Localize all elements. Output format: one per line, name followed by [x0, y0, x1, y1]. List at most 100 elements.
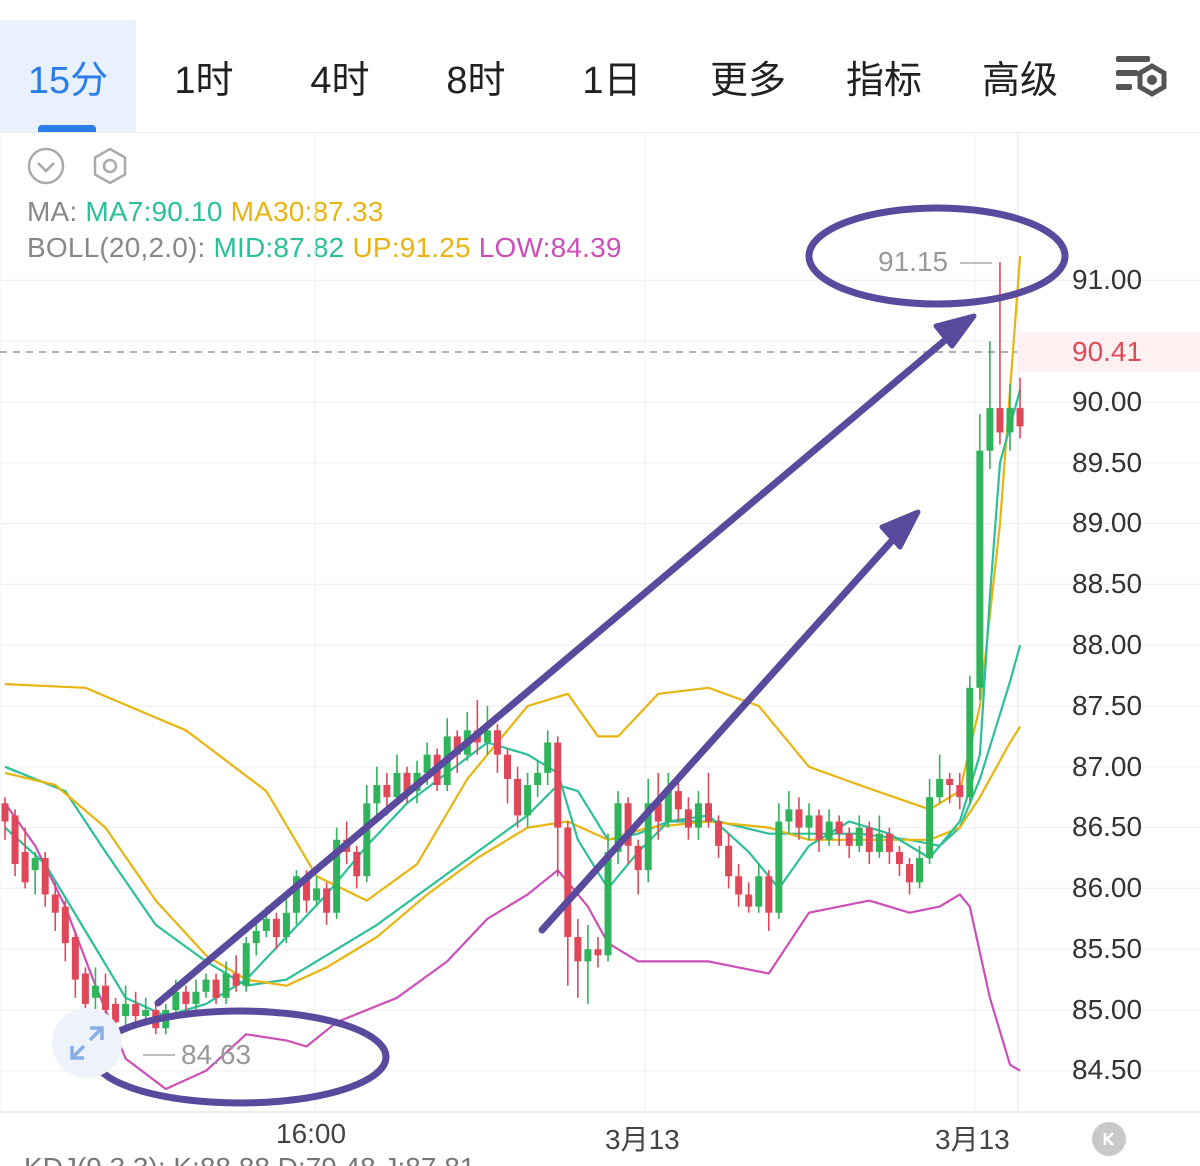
- fullscreen-button[interactable]: [52, 1008, 122, 1078]
- candle: [473, 699, 481, 755]
- candle: [333, 827, 341, 919]
- price-axis-label: 88.50: [1072, 568, 1143, 599]
- candle: [91, 967, 99, 1010]
- candle-body: [1006, 408, 1014, 433]
- candle: [976, 414, 984, 700]
- price-axis-label: 87.00: [1072, 751, 1143, 782]
- candle-body: [694, 803, 702, 828]
- candle: [644, 778, 652, 883]
- annotations: [90, 204, 1069, 1107]
- expand-arrows-icon: [70, 1026, 104, 1060]
- candle-body: [323, 888, 331, 913]
- boll-up-line: [4, 256, 1022, 902]
- candle-body: [916, 858, 924, 883]
- candlestick-chart[interactable]: [0, 0, 1200, 1166]
- current-price-value: 90.41: [1072, 336, 1143, 367]
- candle-body: [212, 979, 220, 998]
- candle: [755, 864, 763, 913]
- scroll-to-latest-button[interactable]: [1092, 1122, 1126, 1156]
- candle-body: [31, 858, 39, 871]
- candle-body: [504, 754, 511, 779]
- candle-body: [976, 450, 984, 688]
- candle-body: [11, 815, 19, 865]
- candles: [1, 262, 1024, 1055]
- candle-body: [835, 821, 843, 834]
- candle: [765, 870, 773, 931]
- candle-body: [21, 851, 29, 883]
- candle-body: [493, 730, 501, 755]
- candle: [574, 918, 582, 998]
- candle-body: [996, 408, 1004, 433]
- candle: [745, 882, 753, 913]
- candle: [835, 815, 843, 846]
- candle: [865, 821, 873, 865]
- candle: [514, 766, 522, 828]
- candle-body: [102, 985, 109, 1010]
- chart-grid: [0, 132, 1200, 1112]
- candle-body: [966, 687, 974, 798]
- candle-body: [544, 742, 552, 773]
- k-latest-icon: [1103, 1132, 1114, 1146]
- candle: [715, 815, 723, 858]
- candle-body: [524, 785, 532, 816]
- candle: [855, 815, 863, 852]
- candle: [373, 766, 381, 816]
- candle-body: [765, 876, 773, 913]
- candle-body: [755, 876, 763, 907]
- candle-body: [282, 912, 290, 938]
- candle-body: [232, 973, 240, 986]
- candle: [926, 778, 934, 865]
- candle: [986, 341, 994, 469]
- price-axis-label: 85.00: [1072, 994, 1143, 1025]
- price-axis-label: 85.50: [1072, 933, 1143, 964]
- candle-body: [313, 888, 321, 901]
- candle: [735, 864, 743, 907]
- candle: [936, 754, 944, 804]
- candle-body: [383, 785, 391, 798]
- candle: [725, 833, 733, 889]
- low-extreme-label: 84.63: [181, 1039, 252, 1070]
- candle: [504, 748, 511, 804]
- candle: [202, 973, 210, 998]
- candle: [554, 736, 562, 877]
- candle-body: [1, 803, 9, 822]
- current-price-tag: 90.41: [1018, 332, 1200, 372]
- candle-body: [785, 809, 793, 822]
- candle-body: [604, 851, 612, 956]
- candle: [634, 839, 642, 895]
- price-axis-label: 91.00: [1072, 264, 1143, 295]
- candle: [1, 797, 9, 840]
- candle-body: [202, 979, 210, 992]
- candle: [875, 815, 883, 858]
- candle-body: [363, 803, 371, 877]
- candle-body: [514, 778, 522, 816]
- candle: [282, 894, 290, 944]
- candle: [906, 858, 913, 895]
- candle: [323, 882, 331, 925]
- candle-body: [71, 937, 79, 980]
- candle-body: [845, 833, 853, 846]
- candle: [71, 930, 79, 998]
- candle-body: [41, 858, 49, 895]
- candle: [353, 845, 361, 889]
- candle-body: [262, 918, 270, 931]
- candle-body: [936, 778, 944, 798]
- candle: [684, 797, 692, 840]
- candle-body: [242, 943, 250, 986]
- candle-body: [705, 803, 712, 822]
- candle: [11, 809, 19, 877]
- candle-body: [634, 845, 642, 871]
- candle-body: [926, 797, 934, 858]
- candle: [966, 675, 974, 804]
- candle-body: [594, 949, 602, 956]
- price-axis-label: 89.50: [1072, 447, 1143, 478]
- candle-body: [252, 930, 260, 944]
- candle-body: [946, 778, 954, 786]
- candle: [594, 937, 602, 968]
- candle: [41, 851, 49, 907]
- candle-body: [142, 1010, 150, 1017]
- candle-body: [715, 821, 723, 846]
- candle: [524, 772, 532, 828]
- price-axis-label: 86.00: [1072, 872, 1143, 903]
- boll-mid-line: [4, 644, 1022, 987]
